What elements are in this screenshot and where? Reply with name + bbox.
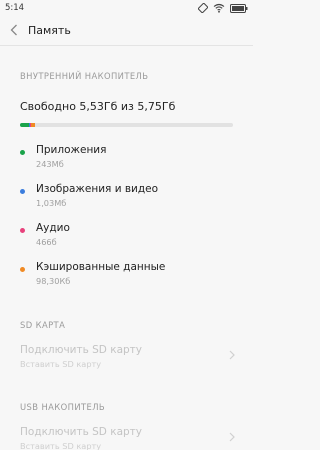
section-title-usb: USB НАКОПИТЕЛЬ — [20, 402, 106, 412]
app-header: Память — [0, 16, 253, 46]
status-time: 5:14 — [5, 3, 25, 13]
list-item-cache[interactable]: Кэшированные данные 98,30Кб — [0, 259, 253, 295]
item-subtitle: Вставить SD карту — [20, 441, 102, 450]
item-size: 1,03Мб — [36, 198, 67, 208]
category-dot — [20, 189, 25, 194]
category-dot — [20, 150, 25, 155]
status-icons — [198, 3, 248, 13]
chevron-right-icon — [229, 350, 235, 363]
item-label: Изображения и видео — [36, 183, 159, 195]
list-item-audio[interactable]: Аудио 466б — [0, 220, 253, 256]
list-item-mount-usb[interactable]: Подключить SD карту Вставить SD карту — [0, 424, 253, 450]
item-label: Приложения — [36, 144, 107, 156]
item-label: Кэшированные данные — [36, 261, 166, 273]
item-label: Аудио — [36, 222, 70, 234]
list-item-images-video[interactable]: Изображения и видео 1,03Мб — [0, 181, 253, 217]
chevron-right-icon — [229, 432, 235, 445]
item-size: 466б — [36, 237, 57, 247]
wifi-icon — [213, 3, 225, 13]
category-dot — [20, 267, 25, 272]
page-title: Память — [28, 24, 71, 37]
chevron-left-icon — [10, 21, 18, 40]
status-bar: 5:14 — [0, 0, 253, 16]
section-title-internal: ВНУТРЕННИЙ НАКОПИТЕЛЬ — [20, 71, 149, 81]
section-title-sd: SD КАРТА — [20, 320, 66, 330]
item-subtitle: Вставить SD карту — [20, 359, 102, 369]
list-item-mount-sd[interactable]: Подключить SD карту Вставить SD карту — [0, 342, 253, 376]
usage-segment — [20, 123, 29, 127]
battery-icon — [230, 3, 248, 13]
item-size: 98,30Кб — [36, 276, 71, 286]
storage-usage-bar — [20, 123, 233, 127]
storage-summary: Свободно 5,53Гб из 5,75Гб — [20, 100, 176, 113]
list-item-apps[interactable]: Приложения 243Мб — [0, 142, 253, 178]
category-dot — [20, 228, 25, 233]
item-size: 243Мб — [36, 159, 64, 169]
rotate-icon — [198, 3, 208, 13]
item-label: Подключить SD карту — [20, 426, 143, 438]
usage-segment — [31, 123, 36, 127]
item-label: Подключить SD карту — [20, 344, 143, 356]
back-button[interactable] — [0, 16, 28, 46]
